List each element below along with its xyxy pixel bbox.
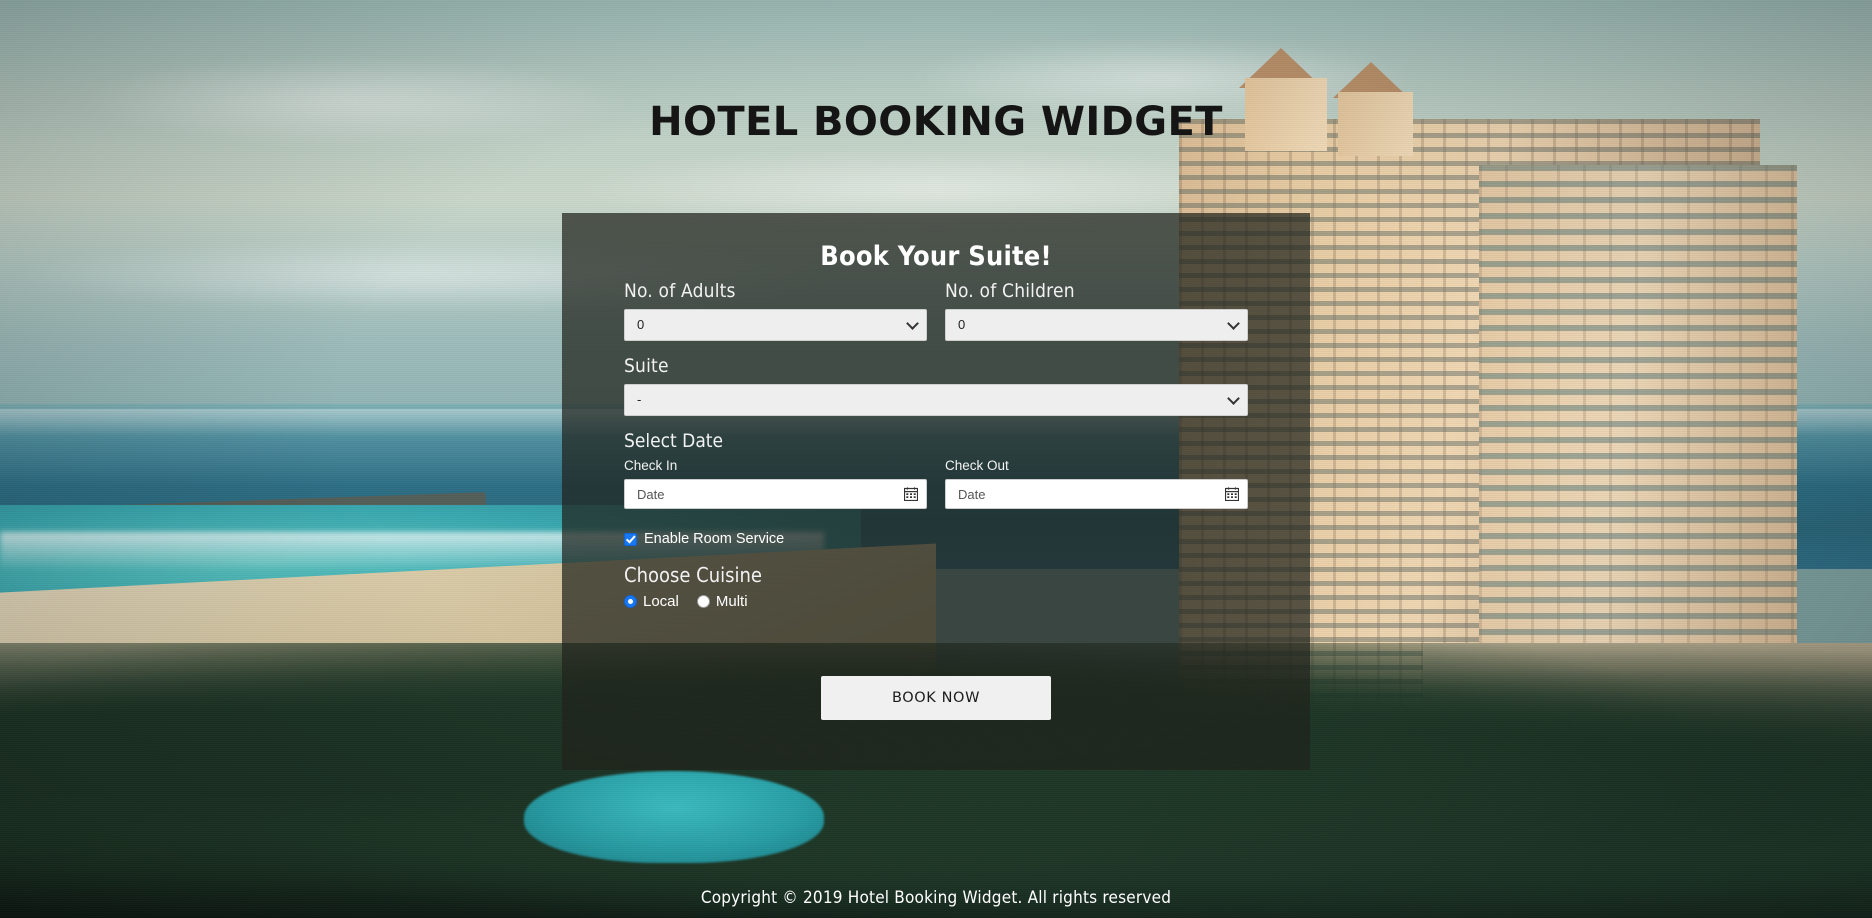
occupancy-row: No. of Adults 0 No. of Children 0 — [624, 280, 1248, 341]
swimming-pool — [524, 771, 824, 863]
date-row: Check In Date Check Out Date — [624, 458, 1248, 509]
adults-label: No. of Adults — [624, 280, 736, 302]
check-in-input[interactable] — [624, 479, 927, 509]
suite-field: Suite - — [624, 355, 1248, 416]
room-service-row[interactable]: Enable Room Service — [624, 531, 1248, 547]
footer-copyright: Copyright © 2019 Hotel Booking Widget. A… — [700, 888, 1172, 908]
page-title: HOTEL BOOKING WIDGET — [649, 98, 1223, 145]
check-out-input[interactable] — [945, 479, 1248, 509]
children-field: No. of Children 0 — [945, 280, 1248, 341]
room-service-checkbox[interactable] — [624, 532, 637, 546]
booking-panel: Book Your Suite! No. of Adults 0 No. of … — [562, 213, 1310, 770]
radio-local[interactable] — [624, 595, 637, 608]
book-now-button[interactable]: BOOK NOW — [821, 676, 1051, 720]
choose-cuisine-label: Choose Cuisine — [624, 563, 762, 587]
cuisine-radio-group: Local Multi — [624, 593, 1248, 610]
check-in-field: Check In — [624, 458, 927, 509]
hotel-windows — [1478, 165, 1798, 707]
children-label: No. of Children — [945, 280, 1075, 302]
check-out-field: Check Out — [945, 458, 1248, 509]
children-select[interactable]: 0 — [945, 309, 1248, 341]
panel-title: Book Your Suite! — [820, 241, 1052, 272]
check-out-label: Check Out — [945, 458, 1009, 473]
check-in-label: Check In — [624, 458, 678, 473]
booking-page: HOTEL BOOKING WIDGET Book Your Suite! No… — [0, 0, 1872, 918]
suite-label: Suite — [624, 355, 669, 377]
hotel-building-secondary — [1478, 165, 1798, 707]
radio-multi[interactable] — [696, 595, 710, 608]
adults-select[interactable]: 0 — [624, 309, 927, 341]
cuisine-local-label: Local — [643, 593, 679, 610]
suite-select[interactable]: - — [624, 384, 1248, 416]
select-date-label: Select Date — [624, 430, 724, 452]
cuisine-option-multi[interactable]: Multi — [696, 593, 748, 610]
room-service-label: Enable Room Service — [644, 531, 785, 547]
adults-field: No. of Adults 0 — [624, 280, 927, 341]
cuisine-multi-label: Multi — [715, 593, 748, 610]
cuisine-option-local[interactable]: Local — [624, 593, 679, 610]
